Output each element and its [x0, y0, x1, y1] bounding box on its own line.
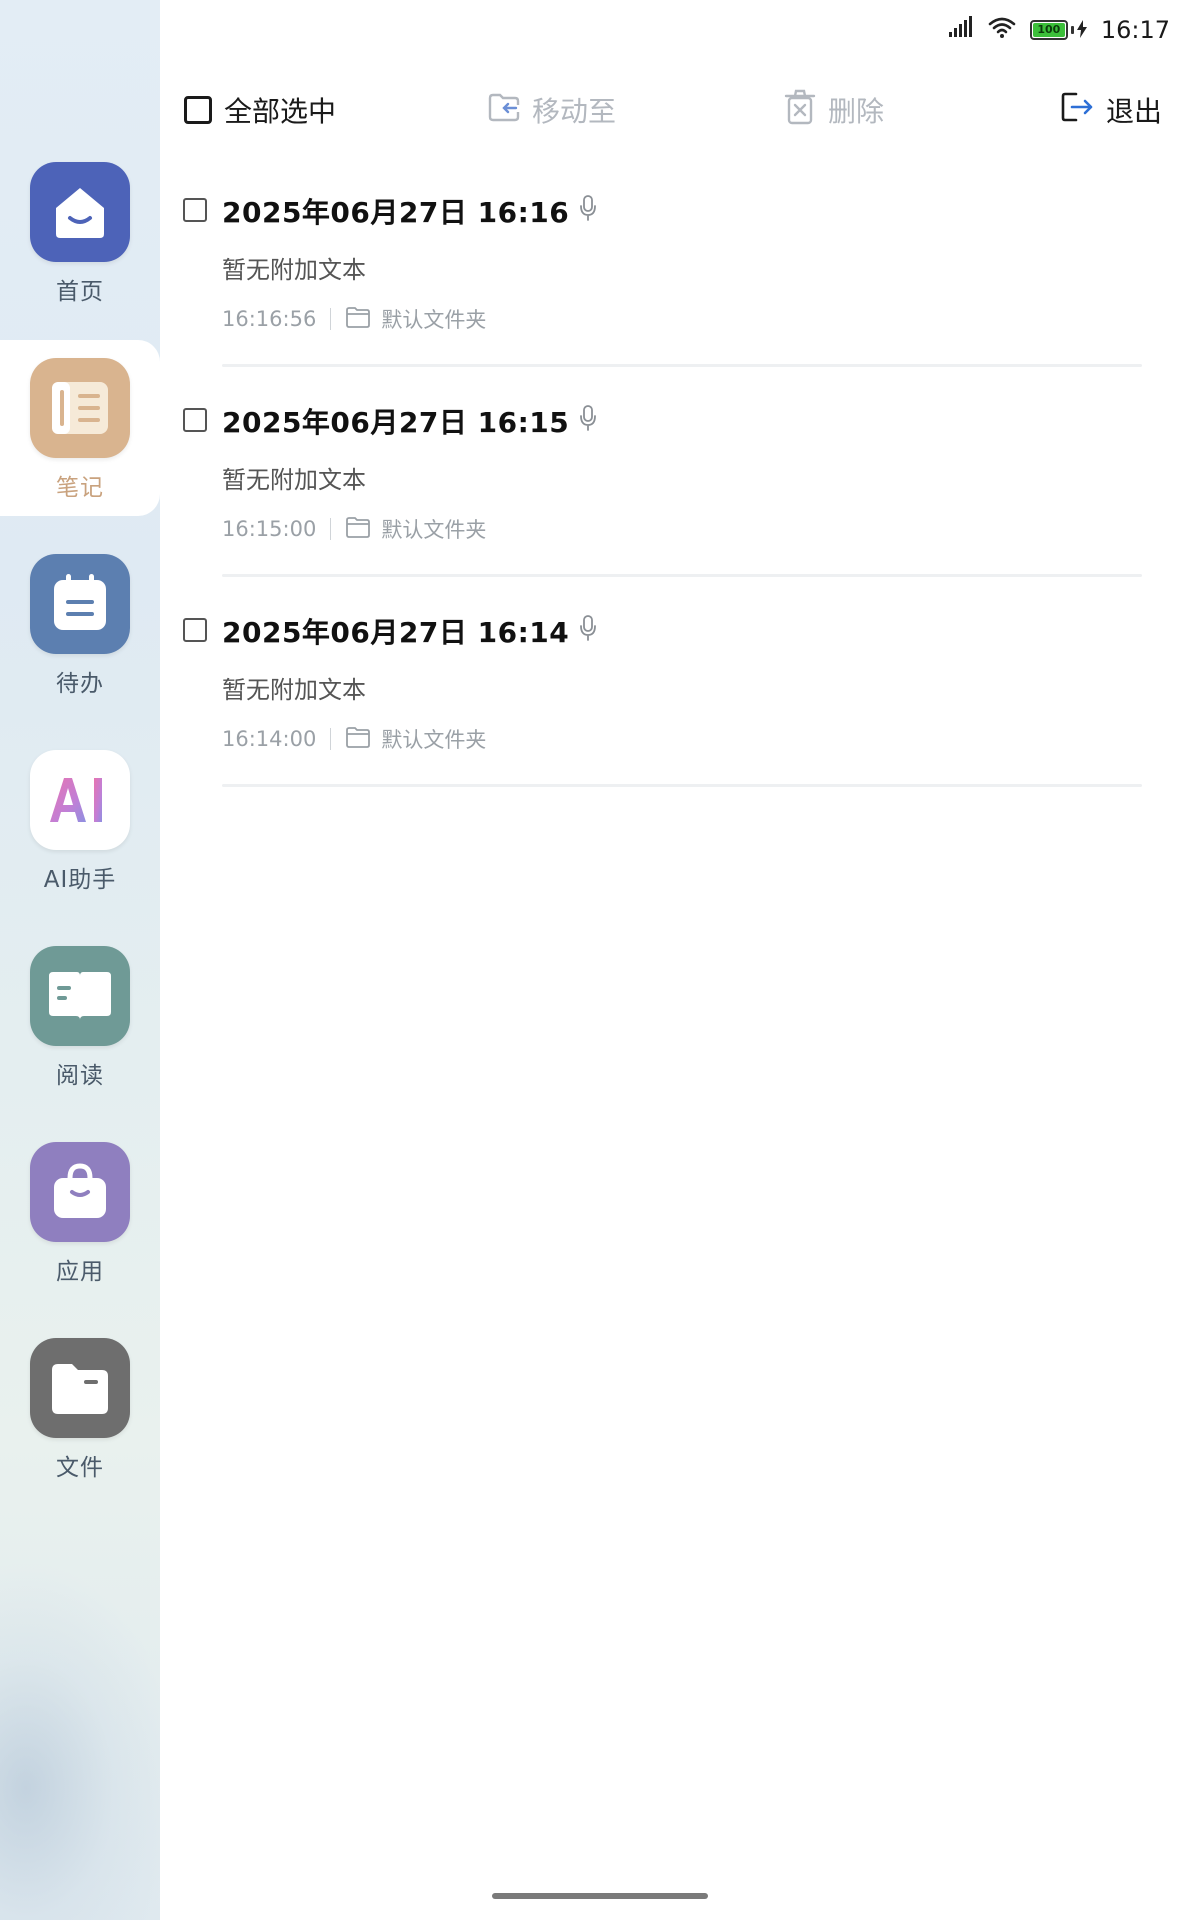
bag-icon — [30, 1142, 130, 1242]
sidebar-item-ai-assistant[interactable]: AI助手 — [0, 750, 160, 920]
sidebar-item-label: 应用 — [56, 1259, 104, 1285]
wifi-icon — [988, 16, 1016, 44]
row-divider — [222, 784, 1142, 787]
note-subtitle: 暂无附加文本 — [222, 466, 366, 494]
note-time: 16:16:56 — [222, 307, 317, 331]
book-icon — [30, 946, 130, 1046]
home-indicator[interactable] — [492, 1893, 708, 1899]
sidebar-item-todo[interactable]: 待办 — [0, 554, 160, 724]
microphone-icon — [579, 614, 597, 648]
sidebar-decoration — [0, 1560, 160, 1920]
note-subtitle: 暂无附加文本 — [222, 256, 366, 284]
select-all-label: 全部选中 — [224, 95, 337, 128]
sidebar-item-label: 首页 — [56, 279, 104, 305]
item-checkbox[interactable] — [183, 618, 207, 642]
note-folder: 默认文件夹 — [381, 518, 487, 542]
note-title: 2025年06月27日 16:16 — [222, 196, 570, 229]
sidebar-item-home[interactable]: 首页 — [0, 162, 160, 332]
notes-select-screen: 首页 笔记 待办 AI助手 阅读 应用 文件 100 16:17 全部选中 移动… — [0, 0, 1200, 1920]
note-folder: 默认文件夹 — [381, 728, 487, 752]
list-item[interactable]: 2025年06月27日 16:16 暂无附加文本 16:16:56 默认文件夹 — [180, 190, 1170, 400]
meta-divider — [330, 728, 332, 750]
trash-icon — [784, 89, 816, 132]
note-meta: 16:14:00 默认文件夹 — [222, 724, 486, 754]
microphone-icon — [579, 194, 597, 228]
clock: 16:17 — [1100, 16, 1170, 44]
move-to-button[interactable]: 移动至 — [488, 82, 616, 138]
sidebar-item-notes[interactable]: 笔记 — [0, 358, 160, 528]
select-all-button[interactable]: 全部选中 — [184, 82, 336, 138]
note-time: 16:14:00 — [222, 727, 317, 751]
sidebar: 首页 笔记 待办 AI助手 阅读 应用 文件 — [0, 0, 160, 1920]
delete-label: 删除 — [828, 95, 885, 128]
item-checkbox[interactable] — [183, 198, 207, 222]
notes-list: 2025年06月27日 16:16 暂无附加文本 16:16:56 默认文件夹 … — [180, 190, 1170, 820]
notebook-icon — [30, 358, 130, 458]
note-meta: 16:15:00 默认文件夹 — [222, 514, 486, 544]
note-title: 2025年06月27日 16:15 — [222, 406, 570, 439]
note-meta: 16:16:56 默认文件夹 — [222, 304, 486, 334]
folder-icon — [345, 516, 371, 543]
battery-indicator: 100 — [1029, 16, 1087, 44]
folder-move-icon — [488, 92, 520, 129]
select-all-checkbox[interactable] — [184, 96, 212, 124]
sidebar-item-label: 文件 — [56, 1455, 104, 1481]
move-to-label: 移动至 — [532, 95, 617, 128]
charging-icon — [1076, 16, 1087, 44]
signal-icon — [948, 16, 974, 44]
list-item[interactable]: 2025年06月27日 16:15 暂无附加文本 16:15:00 默认文件夹 — [180, 400, 1170, 610]
sidebar-item-apps[interactable]: 应用 — [0, 1142, 160, 1312]
note-folder: 默认文件夹 — [381, 308, 487, 332]
logout-icon — [1060, 91, 1094, 130]
list-item[interactable]: 2025年06月27日 16:14 暂无附加文本 16:14:00 默认文件夹 — [180, 610, 1170, 820]
note-title: 2025年06月27日 16:14 — [222, 616, 570, 649]
note-time: 16:15:00 — [222, 517, 317, 541]
home-icon — [30, 162, 130, 262]
sidebar-item-label: 笔记 — [56, 475, 104, 501]
sidebar-item-files[interactable]: 文件 — [0, 1338, 160, 1508]
exit-label: 退出 — [1106, 95, 1163, 128]
sidebar-item-label: 待办 — [56, 671, 104, 697]
sidebar-item-label: AI助手 — [43, 867, 117, 893]
folder-icon — [345, 726, 371, 753]
microphone-icon — [579, 404, 597, 438]
status-bar: 100 16:17 — [948, 14, 1170, 46]
ai-icon — [30, 750, 130, 850]
folder-icon — [30, 1338, 130, 1438]
delete-button[interactable]: 删除 — [784, 82, 884, 138]
selection-toolbar: 全部选中 移动至 删除 退出 — [180, 82, 1170, 138]
item-checkbox[interactable] — [183, 408, 207, 432]
row-divider — [222, 574, 1142, 577]
battery-level: 100 — [1032, 23, 1065, 37]
sidebar-item-reading[interactable]: 阅读 — [0, 946, 160, 1116]
meta-divider — [330, 308, 332, 330]
note-subtitle: 暂无附加文本 — [222, 676, 366, 704]
row-divider — [222, 364, 1142, 367]
meta-divider — [330, 518, 332, 540]
clipboard-icon — [30, 554, 130, 654]
sidebar-item-label: 阅读 — [56, 1063, 104, 1089]
folder-icon — [345, 306, 371, 333]
exit-button[interactable]: 退出 — [1060, 82, 1162, 138]
